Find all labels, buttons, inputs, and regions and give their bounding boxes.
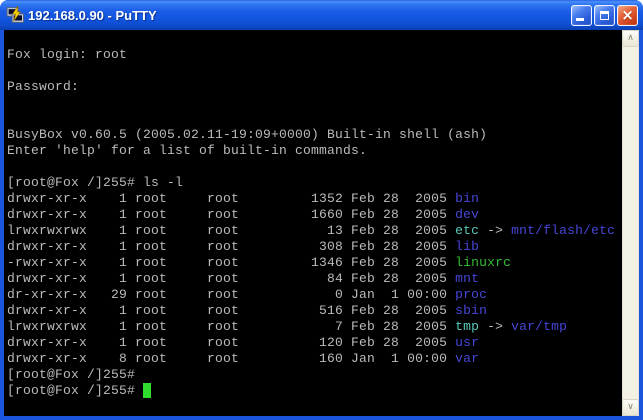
terminal-text-segment: drwxr-xr-x 1 root root 1352 Feb 28 2005: [7, 191, 455, 206]
terminal-text-segment: lib: [455, 239, 479, 254]
close-button[interactable]: ×: [617, 5, 638, 26]
terminal-text-segment: drwxr-xr-x 1 root root 84 Feb 28 2005: [7, 271, 455, 286]
terminal-line: [7, 63, 622, 79]
terminal-text-segment: linuxrc: [455, 255, 511, 270]
terminal-text-segment: lrwxrwxrwx 1 root root 7 Feb 28 2005: [7, 319, 455, 334]
terminal-line: drwxr-xr-x 1 root root 1660 Feb 28 2005 …: [7, 207, 622, 223]
putty-icon[interactable]: [6, 6, 24, 24]
terminal-text-segment: drwxr-xr-x 1 root root 308 Feb 28 2005: [7, 239, 455, 254]
terminal-text-segment: dev: [455, 207, 479, 222]
terminal-text-segment: proc: [455, 287, 487, 302]
putty-icon-svg: [6, 6, 24, 24]
terminal-text-segment: [root@Fox /]255#: [7, 367, 135, 382]
scroll-thumb[interactable]: [622, 47, 639, 399]
terminal-line: BusyBox v0.60.5 (2005.02.11-19:09+0000) …: [7, 127, 622, 143]
terminal-line: Fox login: root: [7, 47, 622, 63]
terminal-text-segment: [root@Fox /]255#: [7, 383, 143, 398]
terminal-line: dr-xr-xr-x 29 root root 0 Jan 1 00:00 pr…: [7, 287, 622, 303]
terminal-text-segment: BusyBox v0.60.5 (2005.02.11-19:09+0000) …: [7, 127, 487, 142]
terminal-line: [root@Fox /]255#: [7, 383, 622, 399]
terminal-text-segment: bin: [455, 191, 479, 206]
terminal-line: lrwxrwxrwx 1 root root 13 Feb 28 2005 et…: [7, 223, 622, 239]
terminal-text-segment: drwxr-xr-x 8 root root 160 Jan 1 00:00: [7, 351, 455, 366]
terminal-text-segment: mnt: [455, 271, 479, 286]
terminal-text-segment: [root@Fox /]255# ls -l: [7, 175, 183, 190]
terminal-text-segment: drwxr-xr-x 1 root root 516 Feb 28 2005: [7, 303, 455, 318]
terminal-line: drwxr-xr-x 1 root root 516 Feb 28 2005 s…: [7, 303, 622, 319]
terminal-text-segment: sbin: [455, 303, 487, 318]
terminal-line: Password:: [7, 79, 622, 95]
terminal-text-segment: Password:: [7, 79, 79, 94]
chevron-up-icon: ∧: [627, 34, 634, 43]
titlebar[interactable]: 192.168.0.90 - PuTTY ×: [0, 0, 643, 30]
terminal-line: [root@Fox /]255#: [7, 367, 622, 383]
terminal-text-segment: Fox login: root: [7, 47, 127, 62]
terminal-line: lrwxrwxrwx 1 root root 7 Feb 28 2005 tmp…: [7, 319, 622, 335]
cursor: [143, 383, 151, 398]
scroll-up-button[interactable]: ∧: [622, 30, 639, 47]
maximize-button[interactable]: [594, 5, 615, 26]
terminal-text-segment: tmp: [455, 319, 479, 334]
terminal-line: -rwxr-xr-x 1 root root 1346 Feb 28 2005 …: [7, 255, 622, 271]
terminal-text-segment: etc: [455, 223, 479, 238]
terminal-text-segment: lrwxrwxrwx 1 root root 13 Feb 28 2005: [7, 223, 455, 238]
maximize-icon: [600, 11, 609, 20]
terminal-line: drwxr-xr-x 8 root root 160 Jan 1 00:00 v…: [7, 351, 622, 367]
terminal-line: drwxr-xr-x 1 root root 308 Feb 28 2005 l…: [7, 239, 622, 255]
terminal-line: [7, 95, 622, 111]
terminal-line: drwxr-xr-x 1 root root 120 Feb 28 2005 u…: [7, 335, 622, 351]
window-frame: Fox login: root Password: BusyBox v0.60.5 …: [0, 30, 643, 420]
close-icon: ×: [621, 8, 634, 23]
terminal-line: drwxr-xr-x 1 root root 1352 Feb 28 2005 …: [7, 191, 622, 207]
terminal-text-segment: var/tmp: [511, 319, 567, 334]
terminal-text-segment: -rwxr-xr-x 1 root root 1346 Feb 28 2005: [7, 255, 455, 270]
terminal-text-segment: drwxr-xr-x 1 root root 1660 Feb 28 2005: [7, 207, 455, 222]
terminal-text-segment: mnt/flash/etc: [511, 223, 615, 238]
terminal-screen[interactable]: Fox login: root Password: BusyBox v0.60.5 …: [4, 30, 622, 416]
putty-window: 192.168.0.90 - PuTTY × Fox login: root Pa…: [0, 0, 643, 420]
terminal-line: [root@Fox /]255# ls -l: [7, 175, 622, 191]
terminal-text-segment: usr: [455, 335, 479, 350]
terminal-text-segment: var: [455, 351, 479, 366]
terminal-text-segment: drwxr-xr-x 1 root root 120 Feb 28 2005: [7, 335, 455, 350]
terminal-text-segment: ->: [479, 223, 511, 238]
minimize-icon: [576, 18, 584, 21]
scrollbar[interactable]: ∧ ∨: [622, 30, 639, 416]
terminal-line: Enter 'help' for a list of built-in comm…: [7, 143, 622, 159]
window-controls: ×: [571, 5, 638, 26]
terminal-text-segment: Enter 'help' for a list of built-in comm…: [7, 143, 367, 158]
minimize-button[interactable]: [571, 5, 592, 26]
chevron-down-icon: ∨: [627, 403, 634, 412]
terminal-text-segment: ->: [479, 319, 511, 334]
terminal-line: [7, 111, 622, 127]
terminal-output: Fox login: root Password: BusyBox v0.60.5 …: [7, 47, 622, 399]
window-title: 192.168.0.90 - PuTTY: [28, 8, 571, 23]
terminal-text-segment: dr-xr-xr-x 29 root root 0 Jan 1 00:00: [7, 287, 455, 302]
terminal-line: [7, 159, 622, 175]
terminal-line: drwxr-xr-x 1 root root 84 Feb 28 2005 mn…: [7, 271, 622, 287]
scroll-down-button[interactable]: ∨: [622, 399, 639, 416]
